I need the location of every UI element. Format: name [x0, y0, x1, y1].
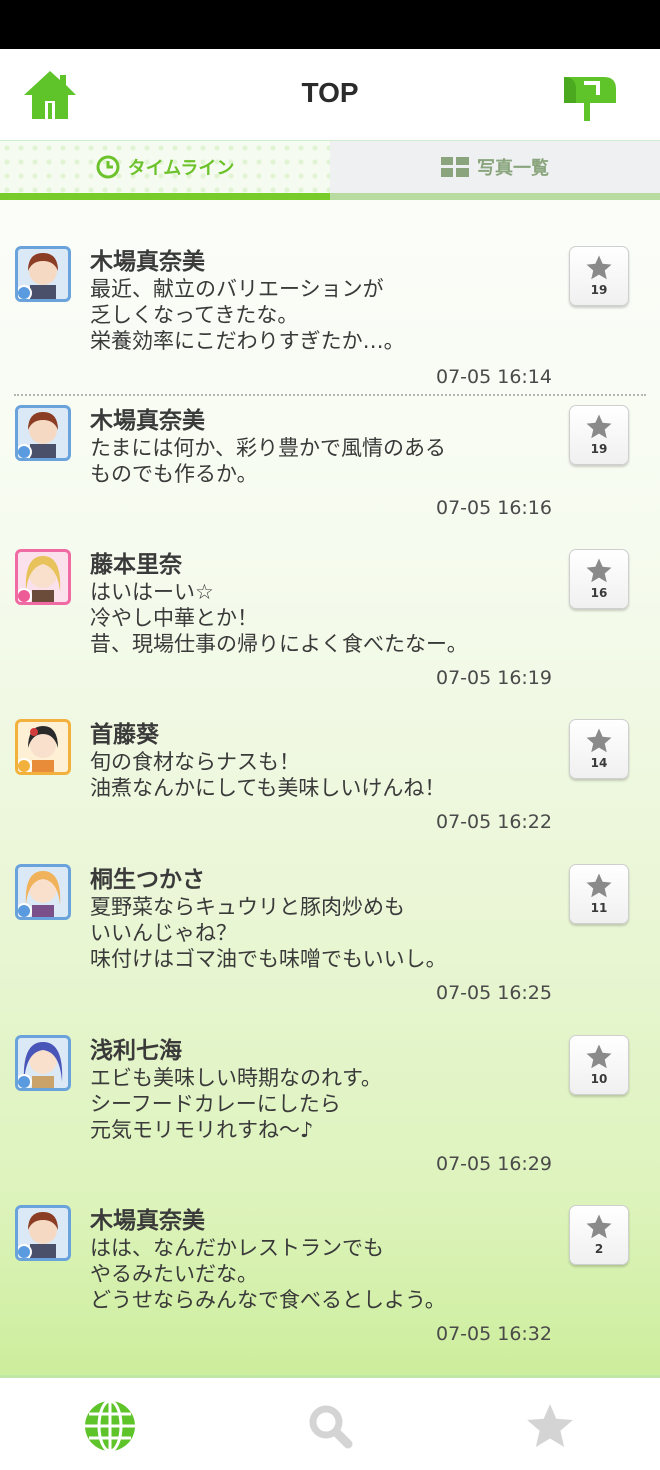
post-time: 07-05 16:32 — [435, 1323, 552, 1345]
post-message: 最近、献立のバリエーションが 乏しくなってきたな。 栄養効率にこだわりすぎたか…… — [90, 277, 405, 353]
post-message: はは、なんだかレストランでも やるみたいだな。 どうせならみんなで食べるとしよう… — [90, 1236, 446, 1312]
bottom-navigation — [0, 1375, 660, 1470]
timeline-feed: 木場真奈美 最近、献立のバリエーションが 乏しくなってきたな。 栄養効率にこだわ… — [0, 200, 660, 1375]
tab-photos[interactable]: 写真一覧 — [330, 141, 660, 193]
post-message: 旬の食材ならナスも！ 油煮なんかにしても美味しいけんね！ — [90, 750, 446, 800]
avatar-badge — [18, 1244, 32, 1258]
star-icon — [586, 1044, 612, 1069]
favorite-button[interactable]: 19 — [569, 246, 629, 306]
favorite-button[interactable]: 10 — [569, 1035, 629, 1095]
post-message: エビも美味しい時期なのれす。 シーフードカレーにしたら 元気モリモリれすね〜♪ — [90, 1066, 382, 1142]
nav-favorites-button[interactable] — [522, 1398, 578, 1454]
avatar[interactable] — [15, 405, 71, 461]
avatar-badge — [18, 1074, 32, 1088]
star-icon — [586, 414, 612, 439]
star-icon — [586, 728, 612, 753]
post-author: 桐生つかさ — [90, 867, 205, 893]
app-header: TOP — [0, 49, 660, 142]
avatar[interactable] — [15, 246, 71, 302]
favorite-button[interactable]: 11 — [569, 864, 629, 924]
avatar-badge — [18, 444, 32, 458]
avatar-badge — [18, 285, 32, 299]
post-time: 07-05 16:25 — [435, 982, 552, 1004]
star-icon — [586, 1214, 612, 1239]
post-message: 夏野菜ならキュウリと豚肉炒めも いいんじゃね？ 味付けはゴマ油でも味噌でもいいし… — [90, 895, 447, 971]
favorite-count: 10 — [590, 1072, 608, 1086]
avatar[interactable] — [15, 719, 71, 775]
favorite-button[interactable]: 2 — [569, 1205, 629, 1265]
tab-timeline-label: タイムライン — [127, 158, 235, 179]
star-icon — [586, 558, 612, 583]
favorite-count: 19 — [590, 283, 608, 297]
avatar[interactable] — [15, 1205, 71, 1261]
post-author: 首藤葵 — [90, 722, 159, 748]
post-message: たまには何か、彩り豊かで風情のある ものでも作るか。 — [90, 436, 446, 486]
tab-photos-label: 写真一覧 — [477, 158, 549, 179]
star-icon — [586, 873, 612, 898]
tab-timeline[interactable]: タイムライン — [0, 141, 330, 193]
mailbox-icon — [564, 77, 616, 121]
avatar-badge — [18, 758, 32, 772]
favorite-button[interactable]: 16 — [569, 549, 629, 609]
post-author: 浅利七海 — [90, 1038, 182, 1064]
favorite-button[interactable]: 14 — [569, 719, 629, 779]
tab-inactive-indicator — [330, 193, 660, 200]
post-time: 07-05 16:29 — [435, 1153, 552, 1175]
post-time: 07-05 16:22 — [435, 811, 552, 833]
favorite-count: 2 — [594, 1242, 604, 1256]
post-time: 07-05 16:19 — [435, 667, 552, 689]
star-icon — [527, 1404, 573, 1448]
favorite-count: 19 — [590, 442, 608, 456]
star-icon — [586, 255, 612, 280]
search-icon — [309, 1405, 353, 1449]
post-time: 07-05 16:16 — [435, 497, 552, 519]
post-author: 藤本里奈 — [90, 552, 182, 578]
tab-active-indicator — [0, 193, 330, 200]
avatar[interactable] — [15, 864, 71, 920]
nav-timeline-button[interactable] — [82, 1398, 138, 1454]
tab-bar: タイムライン 写真一覧 — [0, 141, 660, 200]
globe-icon — [85, 1399, 135, 1453]
favorite-button[interactable]: 19 — [569, 405, 629, 465]
post-divider — [14, 394, 646, 396]
post-author: 木場真奈美 — [90, 1208, 205, 1234]
post-author: 木場真奈美 — [90, 408, 205, 434]
avatar-badge — [18, 588, 32, 602]
mailbox-button[interactable] — [560, 71, 618, 123]
avatar[interactable] — [15, 1035, 71, 1091]
favorite-count: 11 — [590, 901, 608, 915]
post-time: 07-05 16:14 — [435, 366, 552, 388]
nav-search-button[interactable] — [302, 1398, 358, 1454]
grid-icon — [441, 157, 469, 177]
favorite-count: 16 — [590, 586, 608, 600]
post-message: はいはーい☆ 冷やし中華とか！ 昔、現場仕事の帰りによく食べたなー。 — [90, 580, 468, 656]
avatar-badge — [18, 903, 32, 917]
status-bar — [0, 0, 660, 49]
avatar[interactable] — [15, 549, 71, 605]
favorite-count: 14 — [590, 756, 608, 770]
post-author: 木場真奈美 — [90, 249, 205, 275]
clock-icon — [96, 155, 120, 179]
